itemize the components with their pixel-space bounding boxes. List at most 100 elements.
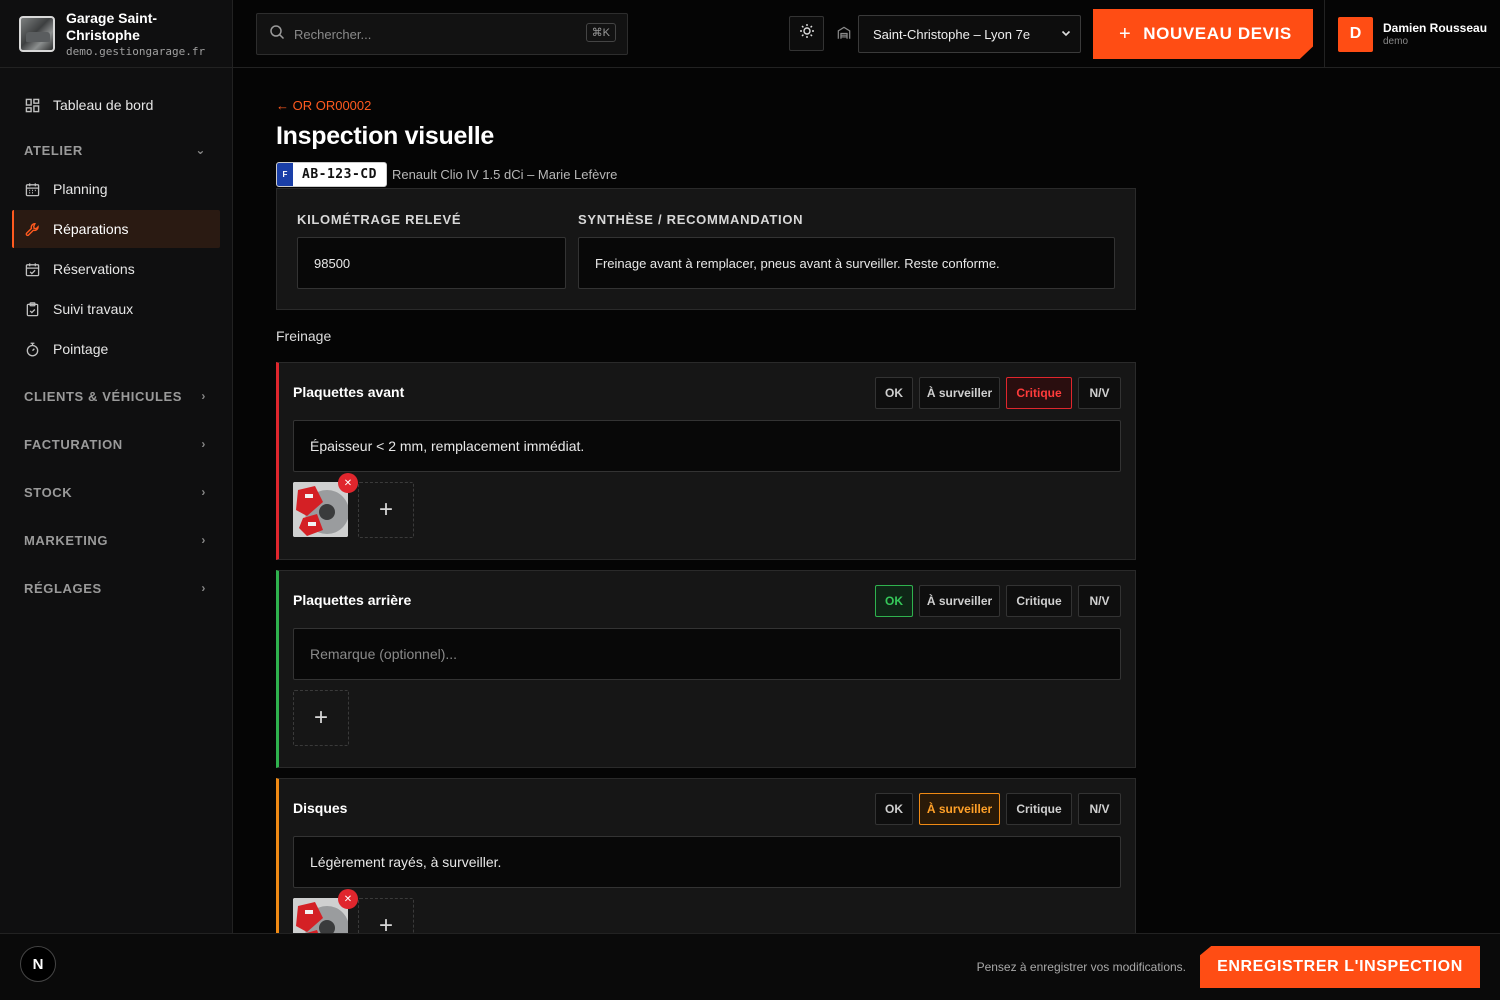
status-nv-button[interactable]: N/V [1078,377,1121,409]
item-name: Plaquettes arrière [293,592,412,608]
new-quote-label: NOUVEAU DEVIS [1143,24,1292,43]
status-critical-button[interactable]: Critique [1006,585,1072,617]
sidebar-section-facturation[interactable]: FACTURATION › [0,420,232,468]
sun-icon [799,23,815,44]
search-icon [269,24,285,45]
sidebar-item-suivi-travaux[interactable]: Suivi travaux [12,290,220,328]
sidebar-item-label: Réparations [53,221,129,237]
status-watch-button[interactable]: À surveiller [919,585,1000,617]
brand-name: Garage Saint-Christophe [66,9,158,43]
user-name: Damien Rousseau [1383,21,1488,35]
status-ok-button[interactable]: OK [875,793,913,825]
chevron-down-icon: ⌄ [195,143,206,157]
wrench-icon [24,221,40,237]
brand-domain: demo.gestiongarage.fr [66,44,206,58]
add-photo-button[interactable]: + [293,690,349,746]
status-critical-button[interactable]: Critique [1006,377,1072,409]
sidebar-item-dashboard[interactable]: Tableau de bord [12,86,220,124]
status-ok-button[interactable]: OK [875,585,913,617]
plate-country-code: F [277,162,293,186]
photo-list: ✕ + [293,473,414,538]
status-watch-button[interactable]: À surveiller [919,793,1000,825]
sidebar-section-stock[interactable]: STOCK › [0,468,232,516]
sidebar-section-clients-vehicules[interactable]: CLIENTS & VÉHICULES › [0,372,232,420]
remark-input[interactable]: Remarque (optionnel)... [293,628,1121,680]
photo-list: + [293,690,349,746]
chevron-right-icon: › [201,581,206,595]
stopwatch-icon [24,341,40,357]
status-selector: OK À surveiller Critique N/V [875,377,1121,409]
dev-tools-badge[interactable]: N [20,946,56,982]
photo-thumbnail[interactable]: ✕ [293,889,358,933]
vehicle-description: Renault Clio IV 1.5 dCi – Marie Lefèvre [391,166,618,182]
chevron-right-icon: › [201,437,206,451]
vehicle-info: F AB-123-CD Renault Clio IV 1.5 dCi – Ma… [276,161,1136,187]
sidebar: Garage Saint-Christophe demo.gestiongara… [0,0,233,1000]
status-selector: OK À surveiller Critique N/V [875,585,1121,617]
avatar: D [1338,16,1373,52]
search-box[interactable]: ⌘K [256,13,628,55]
topbar: ⌘K Saint-Christophe – Lyon 7e + NOUVEAU … [233,0,1500,68]
sidebar-section-reglages[interactable]: RÉGLAGES › [0,564,232,612]
status-ok-button[interactable]: OK [875,377,913,409]
status-critical-button[interactable]: Critique [1006,793,1072,825]
sidebar-item-label: Pointage [53,341,109,357]
garage-icon [837,26,851,45]
remark-input[interactable]: Légèrement rayés, à surveiller. [293,836,1121,888]
sidebar-item-label: Suivi travaux [53,301,134,317]
photo-list: ✕ + [293,889,414,933]
user-role: demo [1383,36,1409,47]
user-menu[interactable]: D Damien Rousseau demo [1324,0,1487,68]
status-watch-button[interactable]: À surveiller [919,377,1000,409]
sidebar-item-label: Planning [53,181,108,197]
main-content: ← OR OR00002 Inspection visuelle F AB-12… [233,68,1500,933]
sidebar-item-pointage[interactable]: Pointage [12,330,220,368]
summary-label: SYNTHÈSE / RECOMMANDATION [578,212,804,227]
inspection-item: Plaquettes avant OK À surveiller Critiqu… [276,362,1136,560]
item-name: Disques [293,800,348,816]
branch-select[interactable]: Saint-Christophe – Lyon 7e [858,15,1081,53]
add-photo-button[interactable]: + [358,898,414,933]
chevron-right-icon: › [201,389,206,403]
remove-photo-button[interactable]: ✕ [338,473,358,493]
save-inspection-button[interactable]: ENREGISTRER L'INSPECTION [1200,946,1480,988]
add-photo-button[interactable]: + [358,482,414,538]
calendar-check-icon [24,261,40,277]
theme-toggle-button[interactable] [789,16,824,51]
sidebar-section-marketing[interactable]: MARKETING › [0,516,232,564]
new-quote-button[interactable]: + NOUVEAU DEVIS [1093,9,1313,59]
sidebar-item-reservations[interactable]: Réservations [12,250,220,288]
bottom-action-bar: N Pensez à enregistrer vos modifications… [0,933,1500,1000]
inspection-item: Disques OK À surveiller Critique N/V Lég… [276,778,1136,933]
item-name: Plaquettes avant [293,384,405,400]
chevron-down-icon [1060,27,1072,42]
unsaved-hint: Pensez à enregistrer vos modifications. [976,960,1186,974]
sidebar-item-planning[interactable]: Planning [12,170,220,208]
search-shortcut: ⌘K [585,23,616,42]
sidebar-item-label: Réservations [53,261,135,277]
photo-thumbnail[interactable]: ✕ [293,473,358,538]
sidebar-section-atelier[interactable]: ATELIER ⌄ [0,130,232,170]
calendar-icon [24,181,40,197]
back-link[interactable]: ← OR OR00002 [276,98,1136,113]
license-plate: F AB-123-CD [276,161,387,187]
status-nv-button[interactable]: N/V [1078,585,1121,617]
search-input[interactable] [294,26,564,42]
inspection-summary-card: KILOMÉTRAGE RELEVÉ 98500 SYNTHÈSE / RECO… [276,188,1136,310]
status-selector: OK À surveiller Critique N/V [875,793,1121,825]
brand[interactable]: Garage Saint-Christophe demo.gestiongara… [0,0,232,68]
sidebar-item-reparations[interactable]: Réparations [12,210,220,248]
garage-logo [19,15,55,52]
plus-icon: + [1119,22,1132,45]
status-nv-button[interactable]: N/V [1078,793,1121,825]
remove-photo-button[interactable]: ✕ [338,889,358,909]
dashboard-icon [24,97,40,113]
summary-input[interactable]: Freinage avant à remplacer, pneus avant … [578,237,1115,289]
remark-input[interactable]: Épaisseur < 2 mm, remplacement immédiat. [293,420,1121,472]
mileage-input[interactable]: 98500 [297,237,566,289]
chevron-right-icon: › [201,533,206,547]
group-title: Freinage [276,328,332,344]
sidebar-item-label: Tableau de bord [53,97,154,113]
plate-number: AB-123-CD [302,166,377,182]
branch-select-value: Saint-Christophe – Lyon 7e [873,26,1031,42]
